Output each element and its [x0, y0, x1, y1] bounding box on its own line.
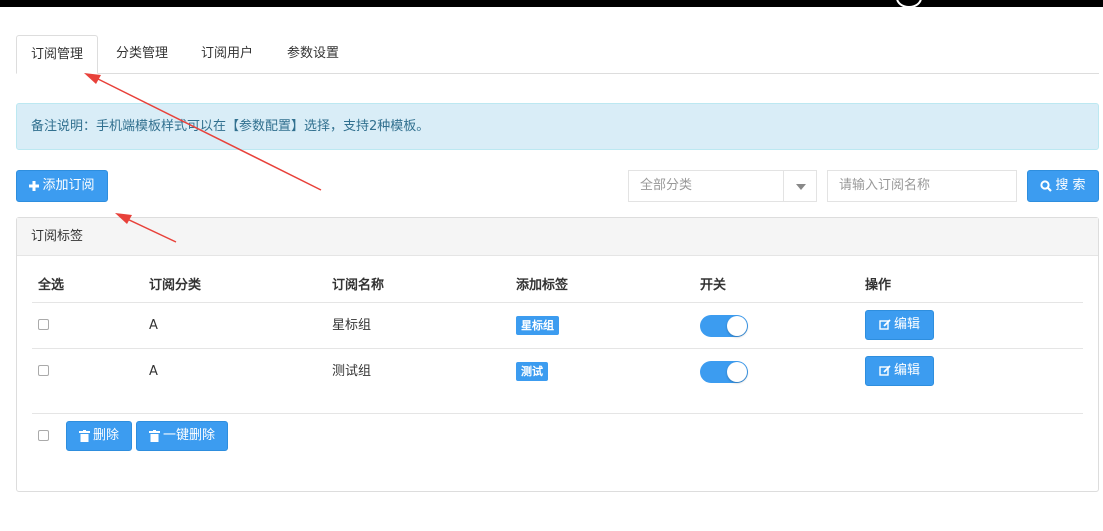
notice-alert: 备注说明：手机端模板样式可以在【参数配置】选择，支持2种模板。 [16, 103, 1099, 150]
row-enable-toggle[interactable] [700, 315, 748, 337]
select-divider [783, 171, 784, 201]
add-subscription-button[interactable]: 添加订阅 [16, 170, 108, 202]
delete-all-label: 一键删除 [162, 428, 215, 443]
edit-label: 编辑 [893, 363, 920, 378]
user-avatar-icon[interactable] [896, 0, 922, 8]
search-button[interactable]: 搜 索 [1027, 170, 1099, 202]
row-category: A [149, 364, 158, 379]
edit-button[interactable]: 编辑 [865, 356, 934, 386]
row-tag-badge: 测试 [516, 362, 548, 381]
row-checkbox[interactable] [38, 319, 49, 330]
plus-icon [29, 180, 40, 191]
toggle-knob [727, 362, 747, 382]
column-header-category: 订阅分类 [149, 278, 202, 293]
row-divider [32, 348, 1083, 349]
search-placeholder: 请输入订阅名称 [839, 178, 931, 193]
category-select[interactable]: 全部分类 [628, 170, 817, 202]
trash-icon [78, 429, 90, 442]
row-checkbox[interactable] [38, 365, 49, 376]
delete-button[interactable]: 删除 [66, 421, 132, 451]
search-icon [1040, 179, 1053, 192]
row-category: A [149, 318, 158, 333]
annotation-arrowhead [84, 73, 101, 84]
row-tag-badge: 星标组 [516, 316, 559, 335]
search-input[interactable]: 请输入订阅名称 [827, 170, 1017, 202]
delete-all-button[interactable]: 一键删除 [136, 421, 228, 451]
column-header-select-all[interactable]: 全选 [38, 275, 64, 303]
panel-title: 订阅标签 [17, 218, 1098, 256]
footer-select-all-checkbox[interactable] [38, 430, 49, 441]
edit-icon [879, 364, 891, 376]
header-divider [32, 302, 1083, 303]
row-enable-toggle[interactable] [700, 361, 748, 383]
column-header-name: 订阅名称 [332, 278, 385, 293]
row-name: 星标组 [332, 318, 372, 333]
edit-label: 编辑 [893, 317, 920, 332]
column-header-switch: 开关 [700, 278, 727, 293]
row-name: 测试组 [332, 364, 372, 379]
top-bar [0, 0, 1103, 8]
tab-category-management[interactable]: 分类管理 [102, 35, 182, 73]
edit-button[interactable]: 编辑 [865, 310, 934, 340]
tab-subscription-management[interactable]: 订阅管理 [16, 35, 99, 74]
delete-label: 删除 [92, 428, 119, 443]
edit-icon [879, 318, 891, 330]
footer-divider [32, 413, 1083, 414]
toggle-knob [727, 316, 747, 336]
tab-parameter-settings[interactable]: 参数设置 [273, 35, 353, 73]
category-select-value: 全部分类 [640, 178, 693, 193]
tab-subscription-users[interactable]: 订阅用户 [187, 35, 267, 73]
search-label: 搜 索 [1055, 178, 1086, 193]
chevron-down-icon [796, 184, 806, 190]
tab-bar: 订阅管理 分类管理 订阅用户 参数设置 [16, 35, 1099, 74]
column-header-actions: 操作 [865, 278, 892, 293]
add-subscription-label: 添加订阅 [42, 178, 95, 193]
trash-icon [148, 429, 160, 442]
column-header-tag: 添加标签 [516, 278, 569, 293]
